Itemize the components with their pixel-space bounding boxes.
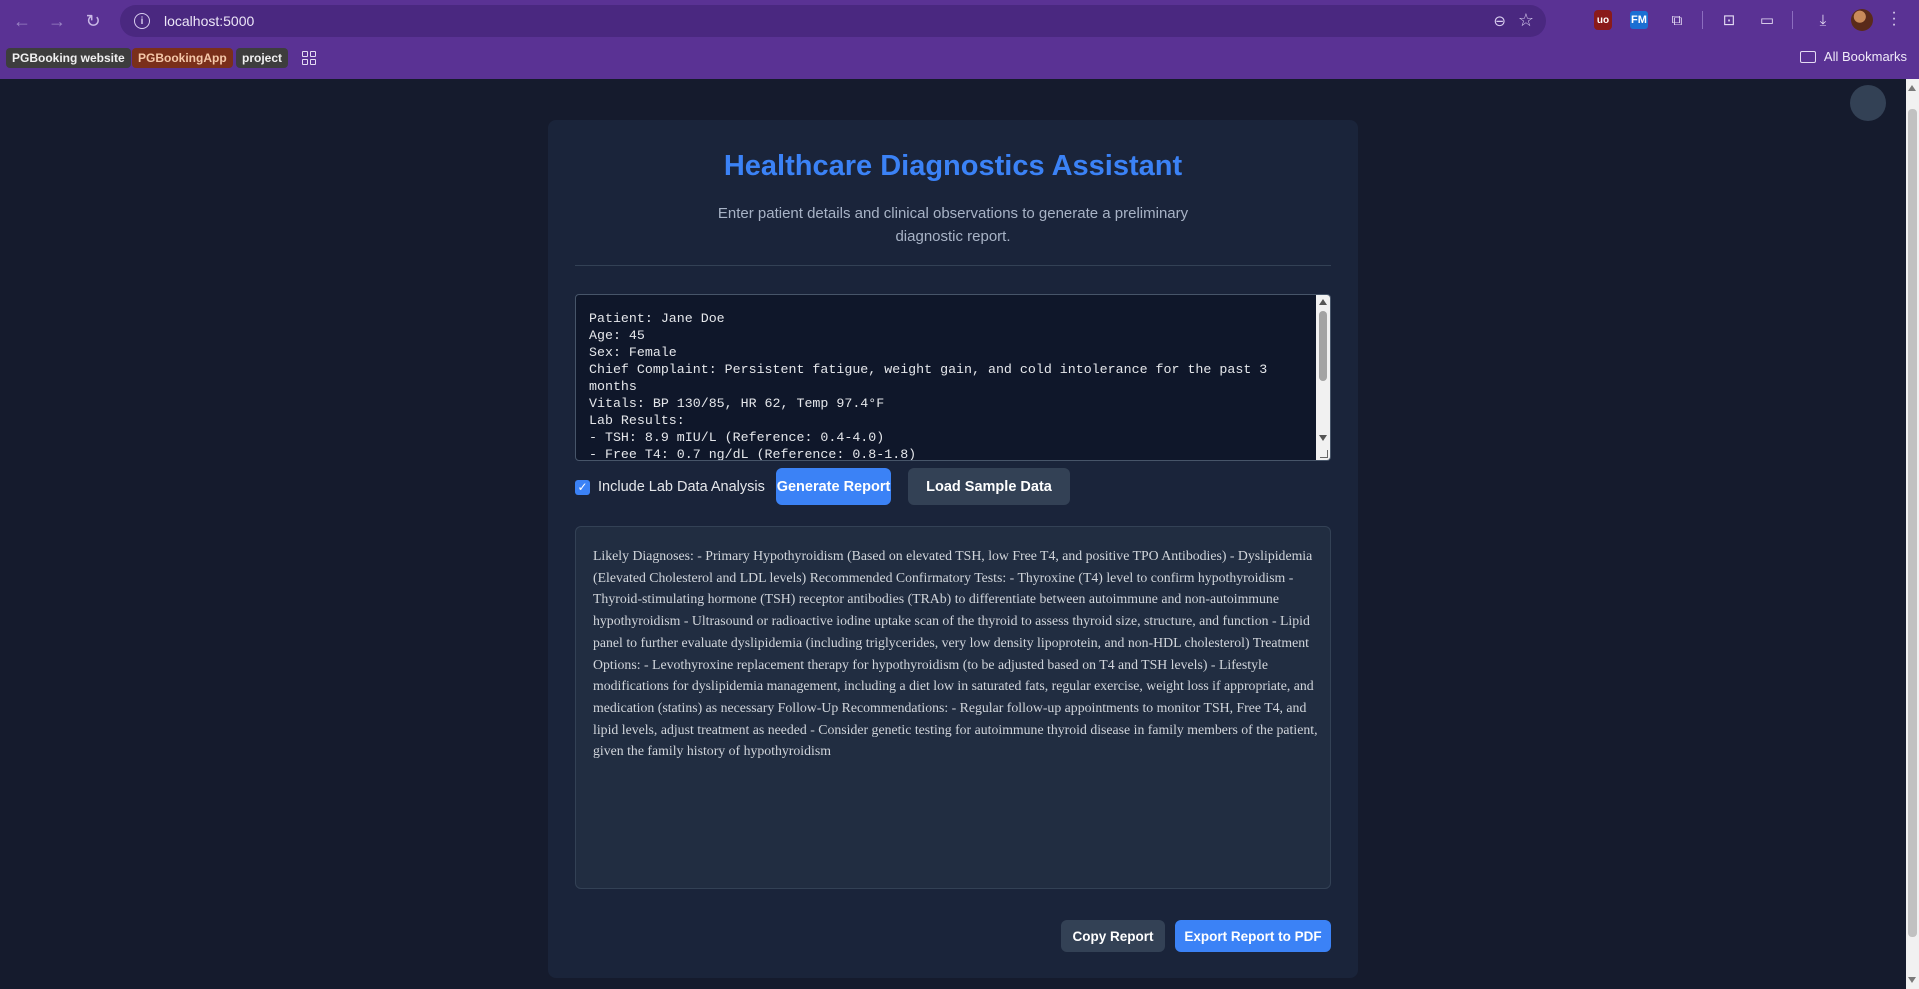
bookmark-star-icon[interactable]: ☆ — [1518, 10, 1534, 31]
resize-handle-icon[interactable] — [1320, 450, 1328, 458]
floating-round-button[interactable] — [1850, 85, 1886, 121]
menu-kebab-icon[interactable]: · · · — [1889, 5, 1899, 33]
zoom-icon[interactable]: ⊖ — [1493, 12, 1506, 30]
screen-capture-icon[interactable]: ⊡ — [1718, 9, 1740, 31]
include-lab-label[interactable]: Include Lab Data Analysis — [598, 479, 765, 495]
report-output: Likely Diagnoses: - Primary Hypothyroidi… — [575, 526, 1331, 889]
report-text: Likely Diagnoses: - Primary Hypothyroidi… — [593, 548, 1318, 759]
devices-icon[interactable]: ▭ — [1756, 9, 1778, 31]
address-bar[interactable]: i localhost:5000 ⊖ ☆ — [120, 5, 1546, 37]
page-scrollbar-thumb[interactable] — [1908, 109, 1917, 937]
textarea-scrollbar[interactable] — [1316, 295, 1330, 460]
scroll-down-arrow-icon[interactable] — [1908, 977, 1916, 983]
all-bookmarks-label: All Bookmarks — [1823, 49, 1907, 64]
patient-input-container — [575, 294, 1331, 461]
scroll-up-arrow-icon[interactable] — [1908, 85, 1916, 91]
textarea-scroll-down-icon[interactable] — [1319, 435, 1327, 441]
apps-grid-icon[interactable] — [302, 51, 316, 65]
folder-icon — [1799, 50, 1816, 63]
export-pdf-button[interactable]: Export Report to PDF — [1175, 920, 1331, 952]
bookmark-pgbookingapp[interactable]: PGBookingApp — [132, 48, 233, 68]
download-icon[interactable]: ⤓ — [1812, 9, 1834, 31]
fm-extension-icon[interactable]: FM — [1630, 11, 1648, 29]
profile-avatar[interactable] — [1851, 9, 1873, 31]
url-text[interactable]: localhost:5000 — [164, 13, 254, 29]
diagnostics-card: Healthcare Diagnostics Assistant Enter p… — [548, 120, 1358, 978]
bookmarks-bar: PGBooking website PGBookingApp project A… — [0, 46, 1919, 74]
site-info-icon[interactable]: i — [134, 13, 150, 29]
page-subtitle: Enter patient details and clinical obser… — [717, 205, 1189, 245]
all-bookmarks[interactable]: All Bookmarks — [1799, 49, 1907, 64]
generate-report-button[interactable]: Generate Report — [776, 468, 891, 505]
toolbar-divider — [1792, 11, 1793, 29]
page-scrollbar[interactable] — [1906, 79, 1919, 989]
copy-report-button[interactable]: Copy Report — [1061, 920, 1165, 952]
extensions-puzzle-icon[interactable]: ⧉ — [1666, 9, 1688, 31]
page-title: Healthcare Diagnostics Assistant — [723, 150, 1183, 182]
toolbar: ← → ↻ i localhost:5000 ⊖ ☆ uo FM ⧉ ⊡ ▭ ⤓… — [0, 0, 1919, 42]
textarea-scrollbar-thumb[interactable] — [1319, 311, 1327, 381]
report-controls: ✓ Include Lab Data Analysis Generate Rep… — [575, 468, 1331, 506]
include-lab-checkbox[interactable]: ✓ — [575, 480, 590, 495]
bookmark-pgbooking-website[interactable]: PGBooking website — [6, 48, 131, 68]
browser-chrome: ← → ↻ i localhost:5000 ⊖ ☆ uo FM ⧉ ⊡ ▭ ⤓… — [0, 0, 1919, 79]
bookmark-project[interactable]: project — [236, 48, 289, 68]
patient-details-textarea[interactable] — [576, 295, 1316, 460]
load-sample-data-button[interactable]: Load Sample Data — [908, 468, 1070, 505]
textarea-scroll-up-icon[interactable] — [1319, 299, 1327, 305]
forward-arrow-icon[interactable]: → — [42, 6, 72, 36]
back-arrow-icon[interactable]: ← — [7, 6, 37, 36]
reload-icon[interactable]: ↻ — [78, 6, 108, 36]
toolbar-divider — [1702, 11, 1703, 29]
ublock-extension-icon[interactable]: uo — [1594, 10, 1612, 30]
header-divider — [575, 265, 1331, 266]
